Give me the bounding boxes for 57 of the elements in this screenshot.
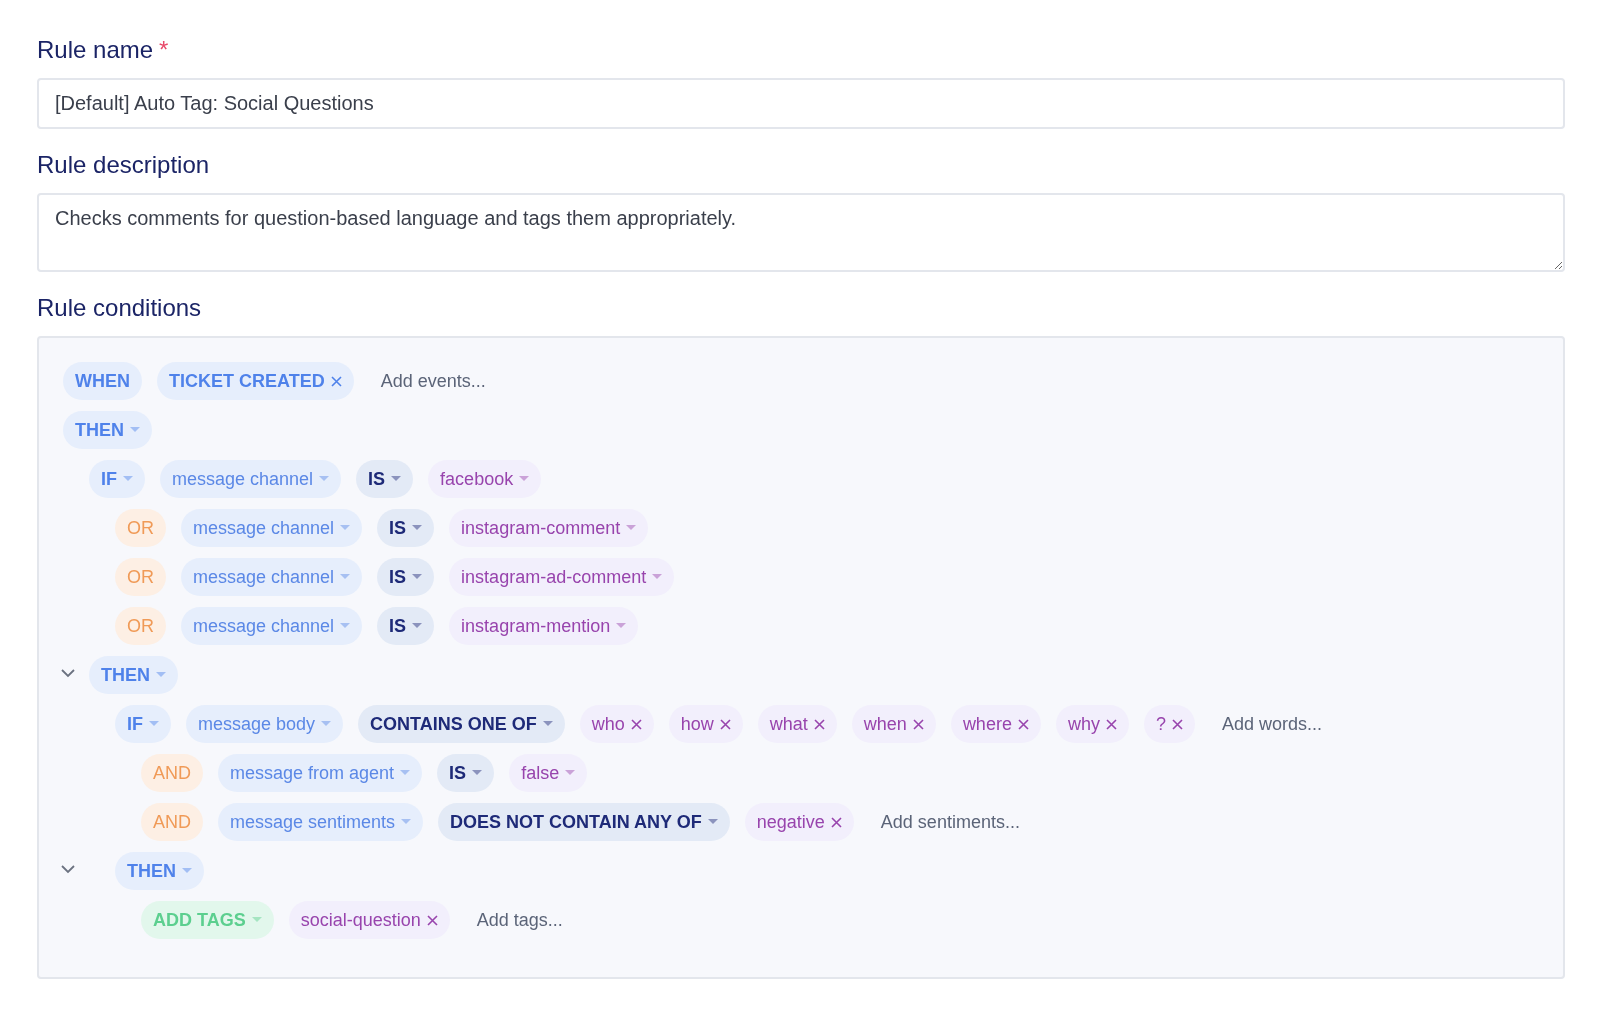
operand-chip[interactable]: message channel xyxy=(181,607,363,645)
value-chip[interactable]: instagram-mention xyxy=(449,607,639,645)
operator-chip[interactable]: IS xyxy=(377,509,435,547)
value-chip[interactable]: false xyxy=(509,754,588,792)
value-chip[interactable]: ? xyxy=(1143,705,1195,743)
chevron-icon[interactable] xyxy=(61,669,75,678)
keyword-chip[interactable]: TICKET CREATED xyxy=(157,362,354,400)
add-item-placeholder[interactable]: Add events... xyxy=(368,370,498,392)
value-chip[interactable]: who xyxy=(579,705,654,743)
remove-icon[interactable] xyxy=(719,718,731,730)
operator-chip[interactable]: IS xyxy=(377,607,435,645)
operand-chip[interactable]: message body xyxy=(186,705,344,743)
value-chip[interactable]: why xyxy=(1055,705,1129,743)
chevron-icon[interactable] xyxy=(61,865,75,874)
operand-chip[interactable]: message channel xyxy=(160,460,342,498)
operator-chip[interactable]: IS xyxy=(356,460,414,498)
remove-icon[interactable] xyxy=(630,718,642,730)
value-chip[interactable]: what xyxy=(757,705,837,743)
add-item-placeholder[interactable]: Add tags... xyxy=(464,909,575,931)
remove-icon[interactable] xyxy=(426,914,438,926)
add-item-placeholder[interactable]: Add words... xyxy=(1209,713,1334,735)
value-chip[interactable]: instagram-ad-comment xyxy=(449,558,675,596)
remove-icon[interactable] xyxy=(912,718,924,730)
remove-icon[interactable] xyxy=(1105,718,1117,730)
required-mark: * xyxy=(159,36,169,64)
operand-chip[interactable]: message channel xyxy=(181,509,363,547)
value-chip[interactable]: how xyxy=(668,705,743,743)
keyword-chip[interactable]: THEN xyxy=(89,656,178,694)
field-label: Rule conditions xyxy=(37,294,202,322)
operand-chip[interactable]: message channel xyxy=(181,558,363,596)
remove-icon[interactable] xyxy=(830,816,842,828)
value-chip[interactable]: social-question xyxy=(288,901,450,939)
remove-icon[interactable] xyxy=(1017,718,1029,730)
value-chip[interactable]: instagram-comment xyxy=(449,509,649,547)
field-label: Rule description xyxy=(37,151,210,179)
value-chip[interactable]: when xyxy=(851,705,936,743)
operator-chip[interactable]: IS xyxy=(437,754,495,792)
keyword-chip[interactable]: WHEN xyxy=(63,362,142,400)
operator-chip[interactable]: CONTAINS ONE OF xyxy=(358,705,565,743)
keyword-chip[interactable]: THEN xyxy=(63,411,152,449)
remove-icon[interactable] xyxy=(813,718,825,730)
value-chip[interactable]: negative xyxy=(744,803,854,841)
keyword-chip[interactable]: IF xyxy=(115,705,171,743)
keyword-chip[interactable]: IF xyxy=(89,460,145,498)
remove-icon[interactable] xyxy=(1171,718,1183,730)
operand-chip[interactable]: message sentiments xyxy=(218,803,424,841)
name-field[interactable]: [Default] Auto Tag: Social Questions xyxy=(37,78,1565,129)
keyword-chip[interactable]: THEN xyxy=(115,852,204,890)
description-field[interactable]: Checks comments for question-based language and tags them appropriately. xyxy=(37,193,1565,272)
operator-chip[interactable]: IS xyxy=(377,558,435,596)
field-label: Rule name xyxy=(37,36,154,64)
value-chip[interactable]: where xyxy=(950,705,1041,743)
operand-chip[interactable]: message from agent xyxy=(218,754,423,792)
value-chip[interactable]: facebook xyxy=(428,460,542,498)
add-item-placeholder[interactable]: Add sentiments... xyxy=(868,811,1032,833)
operator-chip[interactable]: DOES NOT CONTAIN ANY OF xyxy=(438,803,730,841)
remove-icon[interactable] xyxy=(330,375,342,387)
